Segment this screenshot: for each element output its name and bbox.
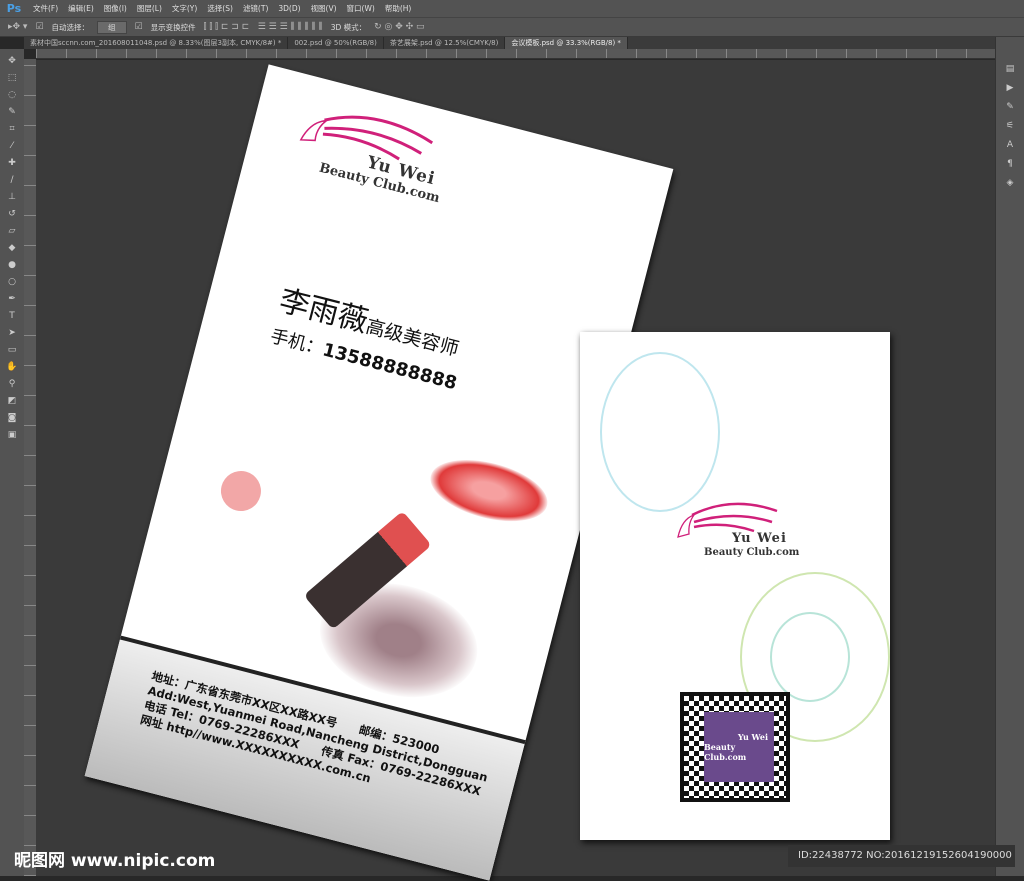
document-tabs: 素材中国sccnn.com_201608011048.psd @ 8.33%(图…: [24, 37, 995, 49]
shape-icon[interactable]: ▭: [5, 344, 19, 357]
checkbox-show-transform[interactable]: ☑: [135, 22, 143, 32]
quick-select-icon[interactable]: ✎: [5, 106, 19, 119]
menu-window[interactable]: 窗口(W): [342, 3, 380, 14]
image-id-label: ID:22438772 NO:20161219152604190000: [788, 845, 1015, 867]
menu-edit[interactable]: 编辑(E): [63, 3, 99, 14]
healing-icon[interactable]: ✚: [5, 157, 19, 170]
right-panel-dock: ▤ ▶ ✎ ⚟ A ¶ ◈: [995, 37, 1024, 876]
3d-mode-icons[interactable]: ↻ ◎ ✥ ✣ ▭: [374, 22, 424, 32]
align-icons[interactable]: ⫿ ⫿ ⫿ ⊏ ⊐ ⊏ ☰ ☰ ☰ ⫼ ⫼ ⫼ ⫼ ⫼: [204, 22, 323, 32]
tab-doc-3[interactable]: 茶艺展架.psd @ 12.5%(CMYK/8): [384, 37, 506, 49]
history-brush-icon[interactable]: ↺: [5, 208, 19, 221]
swirl-ornament: [770, 612, 850, 702]
bucket-icon[interactable]: ◆: [5, 242, 19, 255]
history-icon[interactable]: ▤: [1003, 63, 1017, 76]
stamp-icon[interactable]: ⊥: [5, 191, 19, 204]
brand-logo: Yu Wei Beauty Club.com: [287, 94, 441, 206]
quick-mask-icon[interactable]: ◙: [5, 412, 19, 425]
3d-icon[interactable]: ◈: [1003, 177, 1017, 190]
paragraph-icon[interactable]: ¶: [1003, 158, 1017, 171]
path-select-icon[interactable]: ➤: [5, 327, 19, 340]
pen-icon[interactable]: ✒: [5, 293, 19, 306]
character-icon[interactable]: A: [1003, 139, 1017, 152]
zoom-icon[interactable]: ⚲: [5, 378, 19, 391]
color-swatches-icon[interactable]: ◩: [5, 395, 19, 408]
menu-bar: Ps 文件(F) 编辑(E) 图像(I) 图层(L) 文字(Y) 选择(S) 滤…: [0, 0, 1024, 17]
show-transform-label: 显示变换控件: [150, 22, 196, 32]
eraser-icon[interactable]: ▱: [5, 225, 19, 238]
menu-layer[interactable]: 图层(L): [132, 3, 167, 14]
type-icon[interactable]: T: [5, 310, 19, 323]
qr-code: Yu Wei Beauty Club.com: [680, 692, 790, 802]
photoshop-logo: Ps: [6, 2, 22, 15]
qr-logo: Yu Wei Beauty Club.com: [704, 712, 774, 782]
business-card-back: Yu Wei Beauty Club.com Yu Wei Beauty Clu…: [580, 332, 890, 840]
menu-type[interactable]: 文字(Y): [167, 3, 202, 14]
auto-select-dropdown[interactable]: 组: [97, 20, 127, 34]
crop-icon[interactable]: ⌗: [5, 123, 19, 136]
brush-preset-icon[interactable]: ✎: [1003, 101, 1017, 114]
brush-icon[interactable]: ∕: [5, 174, 19, 187]
swirl-ornament: [600, 352, 720, 512]
options-bar: ▸✥ ▾ ☑ 自动选择： 组 ☑ 显示变换控件 ⫿ ⫿ ⫿ ⊏ ⊐ ⊏ ☰ ☰ …: [0, 17, 1024, 37]
lasso-icon[interactable]: ◌: [5, 89, 19, 102]
menu-help[interactable]: 帮助(H): [380, 3, 417, 14]
tools-panel: ✥ ⬚ ◌ ✎ ⌗ ⁄ ✚ ∕ ⊥ ↺ ▱ ◆ ● ○ ✒ T ➤ ▭ ✋ ⚲ …: [0, 49, 24, 876]
auto-select-label: 自动选择：: [51, 22, 90, 32]
blur-icon[interactable]: ●: [5, 259, 19, 272]
3d-mode-label: 3D 模式：: [330, 22, 367, 32]
move-icon[interactable]: ✥: [5, 55, 19, 68]
menu-file[interactable]: 文件(F): [28, 3, 63, 14]
nipic-watermark: 昵图网 www.nipic.com: [14, 851, 216, 871]
menu-view[interactable]: 视图(V): [306, 3, 342, 14]
menu-image[interactable]: 图像(I): [99, 3, 132, 14]
menu-filter[interactable]: 滤镜(T): [238, 3, 273, 14]
eyedropper-icon[interactable]: ⁄: [5, 140, 19, 153]
dodge-icon[interactable]: ○: [5, 276, 19, 289]
horizontal-ruler: [36, 49, 995, 59]
tab-doc-4[interactable]: 会议模板.psd @ 33.3%(RGB/8) *: [505, 37, 628, 49]
checkbox-auto-select[interactable]: ☑: [35, 22, 43, 32]
move-tool-icon[interactable]: ▸✥ ▾: [8, 22, 27, 32]
adjust-icon[interactable]: ⚟: [1003, 120, 1017, 133]
tab-doc-2[interactable]: 002.psd @ 50%(RGB/8): [288, 37, 384, 49]
menu-3d[interactable]: 3D(D): [273, 4, 305, 13]
lips-illustration: [423, 448, 554, 533]
actions-icon[interactable]: ▶: [1003, 82, 1017, 95]
marquee-icon[interactable]: ⬚: [5, 72, 19, 85]
vertical-ruler: [24, 59, 36, 876]
menu-select[interactable]: 选择(S): [202, 3, 238, 14]
brand-logo: Yu Wei Beauty Club.com: [670, 497, 799, 558]
tab-doc-1[interactable]: 素材中国sccnn.com_201608011048.psd @ 8.33%(图…: [24, 37, 289, 49]
hand-icon[interactable]: ✋: [5, 361, 19, 374]
screen-mode-icon[interactable]: ▣: [5, 429, 19, 442]
red-splash: [216, 466, 266, 516]
